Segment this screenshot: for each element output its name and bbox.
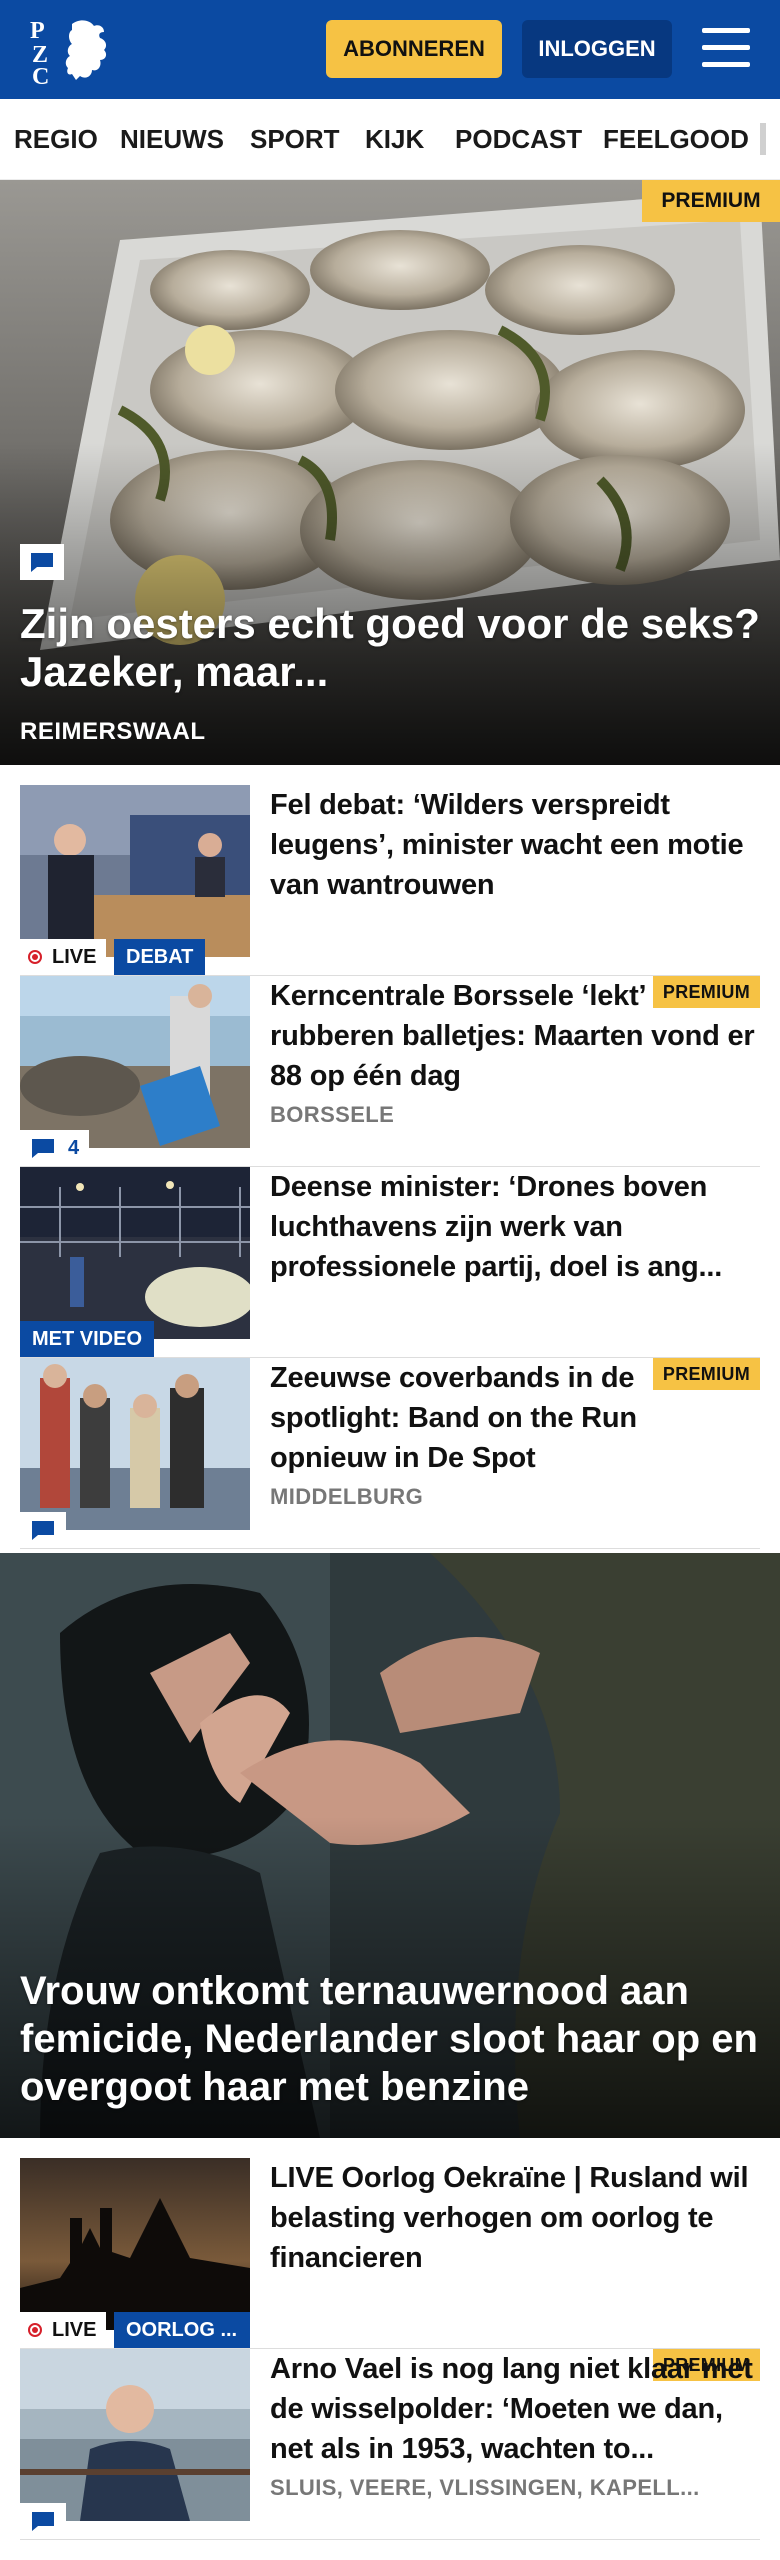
article-thumbnail xyxy=(20,2349,250,2521)
comment-count: 4 xyxy=(20,1130,90,1166)
live-dot-icon xyxy=(28,2323,42,2337)
comment-icon xyxy=(20,2503,66,2539)
nav-item-kijk[interactable]: KIJK xyxy=(365,99,424,179)
live-badge: LIVE xyxy=(20,939,107,975)
logo-letter-p: P xyxy=(30,18,45,44)
list-item[interactable]: PREMIUM Arno Vael is nog lang niet klaar… xyxy=(20,2349,760,2540)
live-badge: LIVE xyxy=(20,2312,107,2348)
comment-icon xyxy=(32,1139,54,1158)
section-nav: REGIO NIEUWS SPORT KIJK PODCAST FEELGOOD xyxy=(0,99,780,180)
nav-item-podcast[interactable]: PODCAST xyxy=(455,99,582,179)
live-label: LIVE xyxy=(52,2318,97,2341)
tag-badge: OORLOG ... xyxy=(114,2312,250,2348)
video-badge: MET VIDEO xyxy=(20,1321,155,1357)
live-label: LIVE xyxy=(52,945,97,968)
premium-badge: PREMIUM xyxy=(642,180,780,222)
article-location: BORSSELE xyxy=(270,1102,395,1127)
nav-item-nieuws[interactable]: NIEUWS xyxy=(120,99,224,179)
list-item[interactable]: PREMIUM Zeeuwse coverbands in de spotlig… xyxy=(20,1358,760,1549)
pzc-logo[interactable]: P Z C xyxy=(28,14,114,90)
login-button[interactable]: INLOGGEN xyxy=(522,20,672,78)
article-location: MIDDELBURG xyxy=(270,1484,424,1509)
list-item[interactable]: PREMIUM 4 Kerncentrale Borssele ‘lekt’ r… xyxy=(20,976,760,1167)
list-item[interactable]: LIVE DEBAT Fel debat: ‘Wilders verspreid… xyxy=(20,785,760,976)
article-thumbnail xyxy=(20,1358,250,1530)
article-title[interactable]: Kerncentrale Borssele ‘lekt’ rubberen ba… xyxy=(270,976,760,1096)
comment-count-value: 4 xyxy=(68,1136,80,1159)
comment-icon xyxy=(20,1512,66,1548)
nav-item-feelgood[interactable]: FEELGOOD xyxy=(603,99,749,179)
list-item[interactable]: MET VIDEO Deense minister: ‘Drones boven… xyxy=(20,1167,760,1358)
hero-article[interactable]: Vrouw ontkomt ternauwernood aan femicide… xyxy=(0,1553,780,2138)
hero-title[interactable]: Zijn oesters echt goed voor de seks? Jaz… xyxy=(20,600,760,696)
article-title[interactable]: Zeeuwse coverbands in de spotlight: Band… xyxy=(270,1358,760,1478)
hero-location: REIMERSWAAL xyxy=(20,718,206,745)
article-thumbnail xyxy=(20,785,250,957)
article-location: SLUIS, VEERE, VLISSINGEN, KAPELL... xyxy=(270,2475,700,2500)
live-dot-icon xyxy=(28,950,42,964)
article-title[interactable]: Deense minister: ‘Drones boven luchthave… xyxy=(270,1167,760,1287)
article-thumbnail xyxy=(20,2158,250,2330)
hero-title[interactable]: Vrouw ontkomt ternauwernood aan femicide… xyxy=(20,1967,760,2111)
logo-letter-c: C xyxy=(32,64,49,86)
tag-badge: DEBAT xyxy=(114,939,206,975)
article-title[interactable]: Fel debat: ‘Wilders verspreidt leugens’,… xyxy=(270,785,760,905)
nav-item-regio[interactable]: REGIO xyxy=(14,99,98,179)
article-thumbnail xyxy=(20,1167,250,1339)
article-thumbnail xyxy=(20,976,250,1148)
hero-article[interactable]: PREMIUM Zijn oesters echt goed voor de s… xyxy=(0,180,780,765)
article-title[interactable]: Arno Vael is nog lang niet klaar met de … xyxy=(270,2349,760,2469)
site-header: P Z C ABONNEREN INLOGGEN xyxy=(0,0,780,99)
list-item[interactable]: LIVE OORLOG ... LIVE Oorlog Oekraïne | R… xyxy=(20,2158,760,2349)
nav-overflow-indicator xyxy=(760,123,766,155)
article-title[interactable]: LIVE Oorlog Oekraïne | Rusland wil belas… xyxy=(270,2158,760,2278)
hamburger-menu-icon[interactable] xyxy=(700,22,752,74)
subscribe-button[interactable]: ABONNEREN xyxy=(326,20,502,78)
comment-icon xyxy=(20,544,64,580)
nav-item-sport[interactable]: SPORT xyxy=(250,99,340,179)
